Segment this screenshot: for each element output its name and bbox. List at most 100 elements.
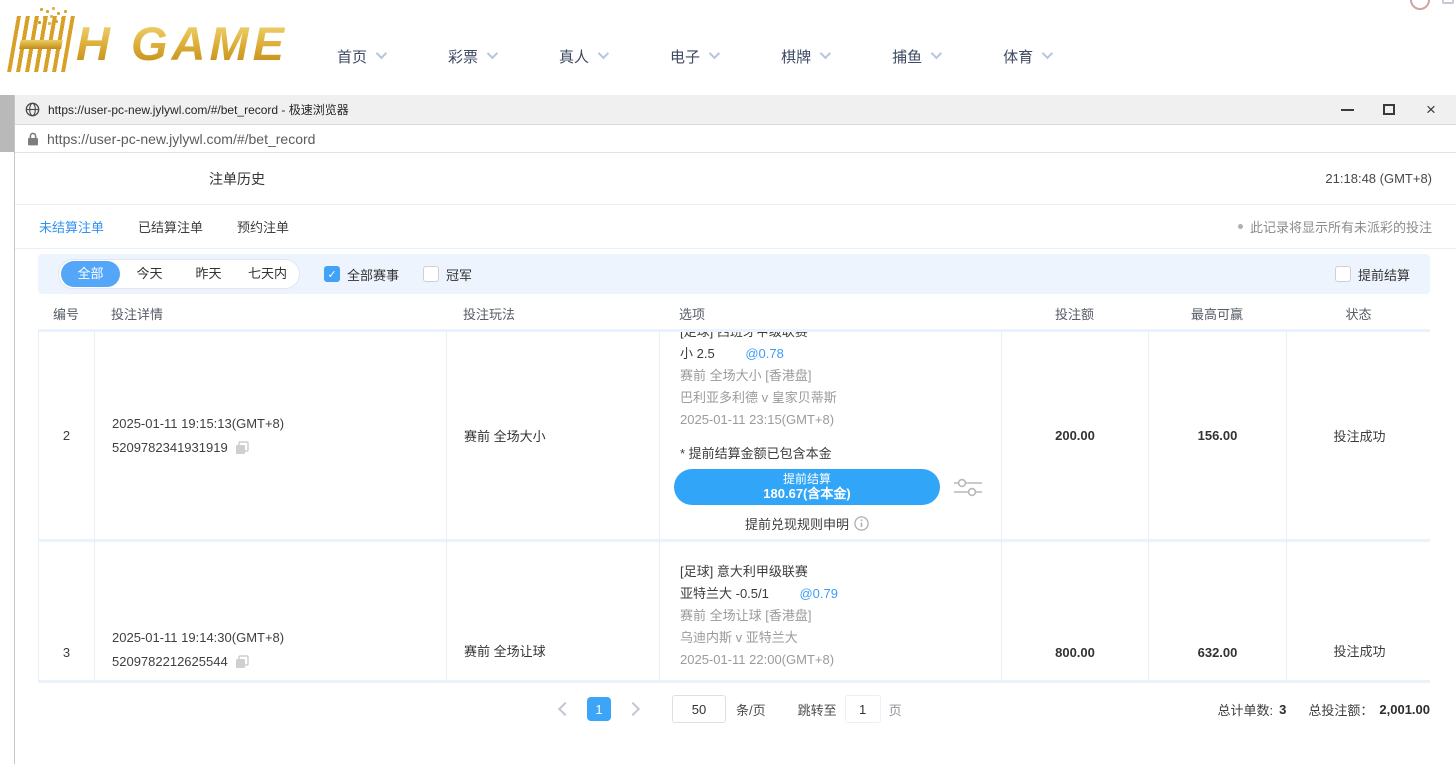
range-today[interactable]: 今天: [120, 261, 179, 287]
nav-item-boardgames[interactable]: 棋牌: [781, 46, 828, 67]
col-amount: 投注额: [1001, 304, 1148, 323]
bet-table: 编号 投注详情 投注玩法 选项 投注额 最高可赢 状态 2 2025-01-11…: [38, 297, 1430, 683]
close-icon: ×: [1426, 101, 1436, 118]
corner-partial-icon: [1442, 0, 1454, 4]
option-market: 赛前 全场让球 [香港盘]: [680, 605, 1001, 627]
nav-item-slots[interactable]: 电子: [670, 46, 717, 67]
main-nav: 首页 彩票 真人 电子 棋牌 捕鱼 体育: [337, 46, 1114, 67]
prev-page-button[interactable]: [558, 702, 572, 716]
range-yesterday[interactable]: 昨天: [179, 261, 238, 287]
url-text[interactable]: https://user-pc-new.jylywl.com/#/bet_rec…: [47, 131, 315, 147]
total-amount-value: 2,001.00: [1379, 702, 1430, 717]
page-unit-label: 页: [889, 700, 902, 719]
early-settle-button[interactable]: 提前结算 180.67(含本金): [674, 469, 940, 505]
bet-time: 2025-01-11 19:14:30(GMT+8): [112, 630, 446, 645]
checkbox-unchecked-icon: [423, 266, 439, 282]
table-header: 编号 投注详情 投注玩法 选项 投注额 最高可赢 状态: [38, 297, 1430, 329]
jump-label: 跳转至: [798, 700, 837, 719]
pagination-bar: 1 条/页 跳转至 页 总计单数: 3 总投注额： 2,001.00: [38, 693, 1430, 725]
option-market: 赛前 全场大小 [香港盘]: [680, 365, 1001, 387]
window-controls: ×: [1320, 98, 1446, 122]
copy-icon[interactable]: [235, 441, 249, 455]
bet-number: 2: [39, 332, 95, 539]
option-match-time: 2025-01-11 23:15(GMT+8): [680, 409, 1001, 431]
option-match: 巴利亚多利德 v 皇家贝蒂斯: [680, 387, 1001, 409]
bet-time: 2025-01-11 19:15:13(GMT+8): [112, 416, 446, 431]
col-maxwin: 最高可赢: [1148, 304, 1286, 323]
site-header: H GAME 首页 彩票 真人 电子 棋牌 捕鱼 体育: [0, 0, 1456, 95]
table-row: 3 2025-01-11 19:14:30(GMT+8) 52097822126…: [38, 539, 1430, 683]
page-size-input[interactable]: [672, 695, 726, 723]
bet-id: 5209782212625544: [112, 654, 228, 669]
all-events-checkbox[interactable]: 全部赛事: [324, 265, 399, 284]
next-page-button[interactable]: [626, 702, 640, 716]
total-count-label: 总计单数:: [1218, 700, 1274, 719]
range-all[interactable]: 全部: [61, 261, 120, 287]
bet-maxwin: 156.00: [1149, 332, 1287, 539]
tab-unsettled[interactable]: 未结算注单: [39, 217, 104, 236]
pager: 1 条/页 跳转至 页: [560, 695, 902, 723]
bet-number: 3: [39, 542, 95, 680]
lock-icon: [27, 132, 39, 146]
option-pick-line: 亚特兰大 -0.5/1 @0.79: [680, 583, 1001, 605]
option-odds: @0.79: [799, 586, 838, 601]
tabs-row: 未结算注单 已结算注单 预约注单 此记录将显示所有未派彩的投注: [15, 205, 1456, 249]
filter-bar: 全部 今天 昨天 七天内 全部赛事 冠军 提前结算: [38, 254, 1430, 294]
minimize-button[interactable]: [1332, 98, 1362, 122]
close-button[interactable]: ×: [1416, 98, 1446, 122]
tab-reserved[interactable]: 预约注单: [237, 217, 289, 236]
corner-avatar-icon[interactable]: [1410, 0, 1430, 10]
bet-play: 赛前 全场大小: [447, 332, 660, 539]
option-pick: 亚特兰大 -0.5/1: [680, 586, 769, 601]
option-pick-line: 小 2.5 @0.78: [680, 343, 1001, 365]
bet-detail-cell: 2025-01-11 19:14:30(GMT+8) 5209782212625…: [95, 542, 447, 680]
page-number-button[interactable]: 1: [587, 697, 611, 721]
nav-item-sports[interactable]: 体育: [1003, 46, 1050, 67]
early-cashout-rule-link[interactable]: 提前兑现规则申明: [674, 514, 940, 533]
champion-checkbox[interactable]: 冠军: [423, 265, 472, 284]
maximize-button[interactable]: [1374, 98, 1404, 122]
bet-id: 5209782341931919: [112, 440, 228, 455]
chevron-down-icon: [1042, 47, 1053, 58]
option-league: [足球] 意大利甲级联赛: [680, 561, 1001, 583]
total-amount-label: 总投注额：: [1308, 700, 1373, 719]
chevron-down-icon: [820, 47, 831, 58]
col-option: 选项: [659, 304, 1001, 323]
table-row: 2 2025-01-11 19:15:13(GMT+8) 52097823419…: [38, 329, 1430, 539]
jump-page-input[interactable]: [845, 695, 881, 723]
chevron-down-icon: [598, 47, 609, 58]
date-range-group: 全部 今天 昨天 七天内: [58, 259, 300, 289]
nav-item-fishing[interactable]: 捕鱼: [892, 46, 939, 67]
copy-icon[interactable]: [235, 655, 249, 669]
record-note: 此记录将显示所有未派彩的投注: [1238, 217, 1432, 236]
bet-status: 投注成功: [1287, 542, 1432, 680]
early-settle-note: * 提前结算金额已包含本金: [680, 443, 1001, 465]
tab-settled[interactable]: 已结算注单: [138, 217, 203, 236]
early-settle-checkbox[interactable]: 提前结算: [1335, 265, 1410, 284]
page-header: 注单历史 21:18:48 (GMT+8): [15, 153, 1456, 205]
bet-option-cell: [足球] 意大利甲级联赛 亚特兰大 -0.5/1 @0.79 赛前 全场让球 […: [660, 542, 1002, 680]
checkbox-checked-icon: [324, 266, 340, 282]
logo-text: H GAME: [76, 16, 288, 72]
option-odds: @0.78: [745, 346, 784, 361]
chevron-down-icon: [376, 47, 387, 58]
nav-item-home[interactable]: 首页: [337, 46, 384, 67]
bet-option-cell: [足球] 西班牙甲级联赛 小 2.5 @0.78 赛前 全场大小 [香港盘] 巴…: [660, 332, 1002, 539]
bet-amount: 800.00: [1002, 542, 1149, 680]
bet-play: 赛前 全场让球: [447, 542, 660, 680]
browser-addressbar[interactable]: https://user-pc-new.jylywl.com/#/bet_rec…: [15, 125, 1456, 153]
browser-titlebar[interactable]: https://user-pc-new.jylywl.com/#/bet_rec…: [15, 95, 1456, 125]
browser-window: https://user-pc-new.jylywl.com/#/bet_rec…: [14, 95, 1456, 764]
maximize-icon: [1383, 104, 1395, 115]
brand-logo[interactable]: H GAME: [12, 16, 288, 72]
nav-item-live[interactable]: 真人: [559, 46, 606, 67]
col-detail: 投注详情: [94, 304, 446, 323]
per-page-label: 条/页: [736, 700, 766, 719]
window-title: https://user-pc-new.jylywl.com/#/bet_rec…: [48, 101, 349, 118]
range-7days[interactable]: 七天内: [238, 261, 297, 287]
info-icon: [854, 516, 869, 531]
nav-item-lottery[interactable]: 彩票: [448, 46, 495, 67]
bet-record-page: 注单历史 21:18:48 (GMT+8) 未结算注单 已结算注单 预约注单 此…: [15, 153, 1456, 764]
minimize-icon: [1341, 109, 1354, 111]
sliders-icon[interactable]: [954, 476, 982, 498]
